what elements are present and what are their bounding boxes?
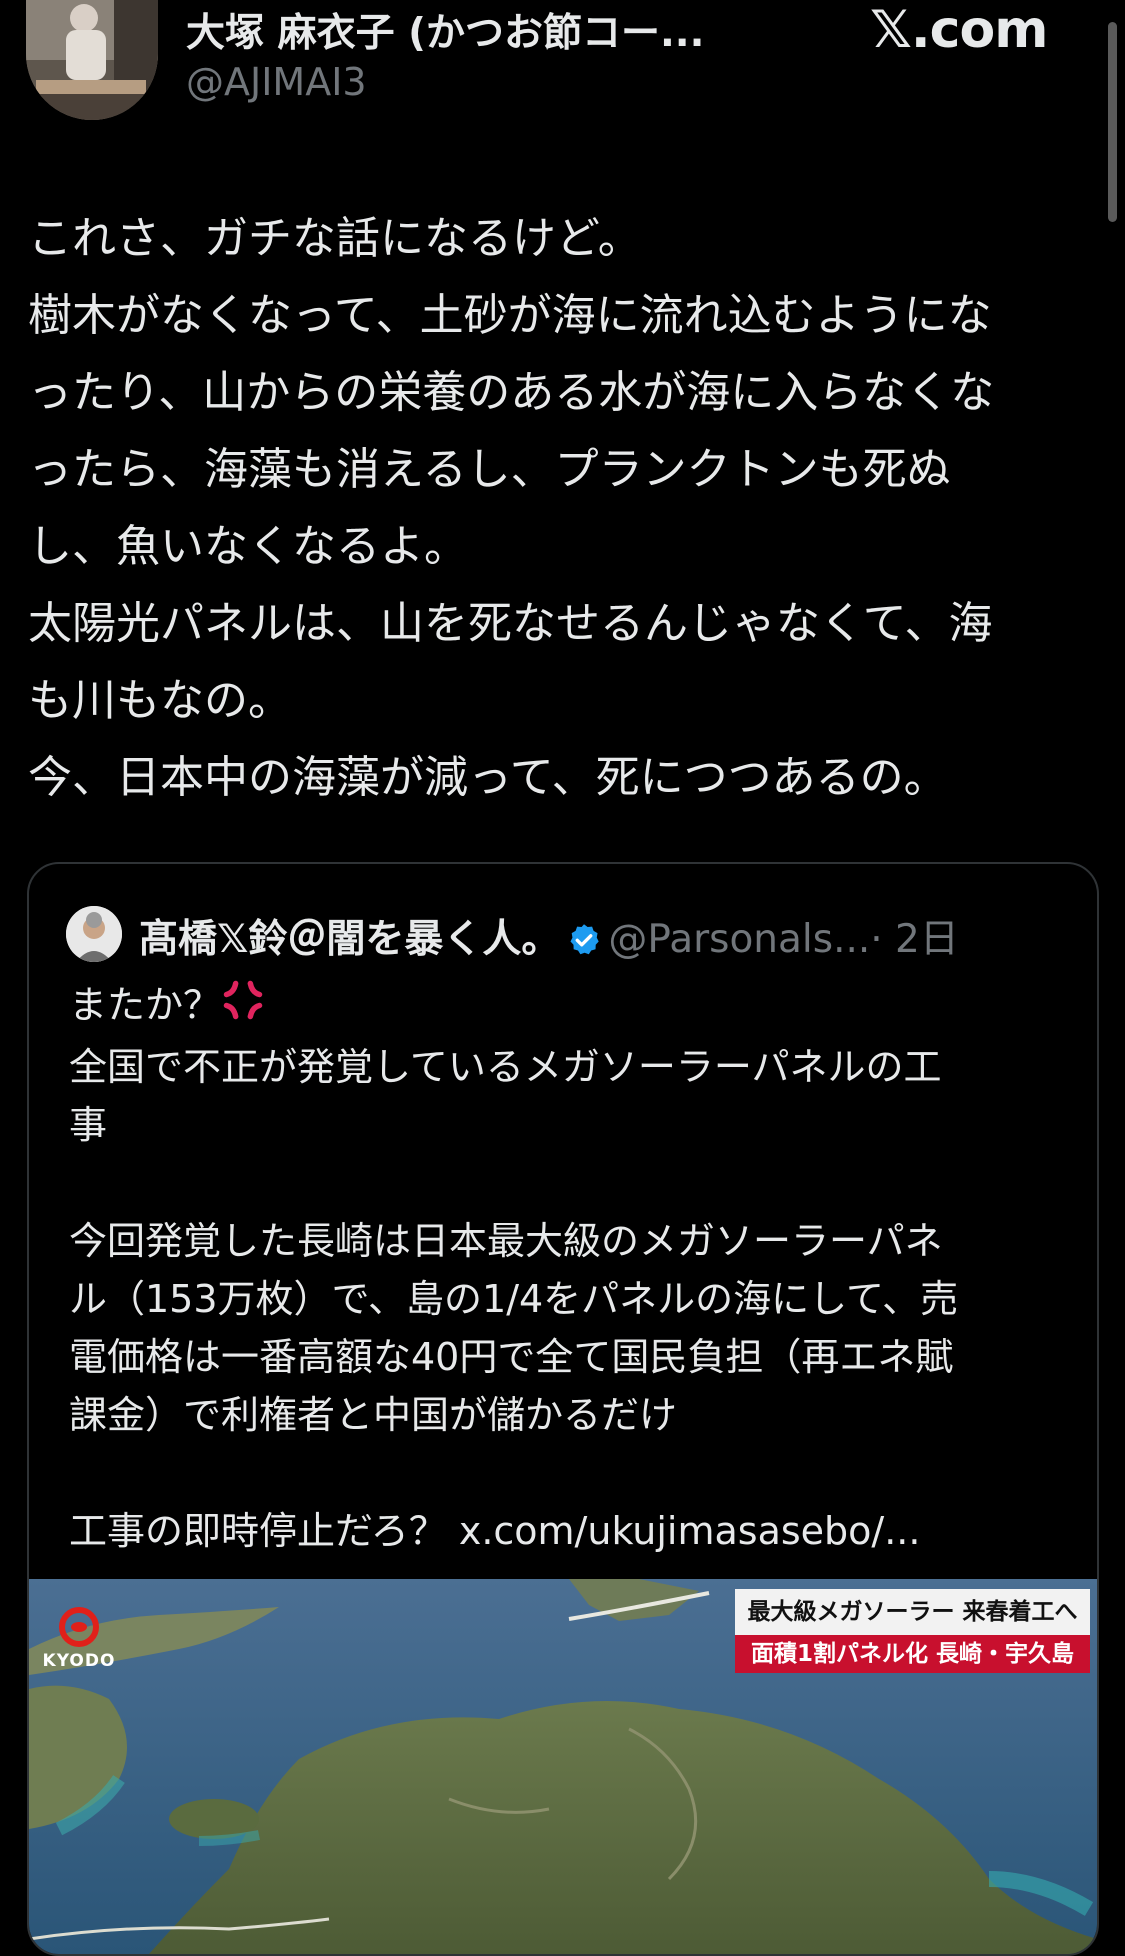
quoted-line (69, 1154, 1069, 1212)
quoted-author-avatar[interactable] (66, 906, 122, 962)
quoted-line: 課金）で利権者と中国が儲かるだけ (69, 1393, 678, 1437)
quoted-line: 全国で不正が発覚しているメガソーラーパネルの工 (69, 1045, 942, 1089)
post-line: 太陽光パネルは、山を死なせるんじゃなくて、海 (28, 598, 993, 649)
quoted-line-text: またか？ (69, 983, 222, 1027)
anger-symbol-icon (221, 978, 265, 1038)
kyodo-logo-icon (59, 1607, 99, 1647)
quoted-line: 電価格は一番高額な40円で全て国民負担（再エネ賦 (69, 1335, 954, 1379)
post-line: ったら、海藻も消えるし、プランクトンも死ぬ (28, 444, 951, 495)
quoted-post[interactable]: 髙橋𝕏鈴＠闇を暴く人。 @Parsonals...· 2日 またか？ 全国で不正が… (27, 862, 1099, 1956)
kyodo-logo: KYODO (39, 1607, 119, 1671)
quoted-line-text: 工事の即時停止だろ？ (69, 1509, 447, 1553)
author-handle[interactable]: @AJIMAI3 (186, 60, 367, 104)
post-line: 樹木がなくなって、土砂が海に流れ込むようにな (28, 290, 992, 341)
quoted-author-handle[interactable]: @Parsonals... (608, 917, 870, 962)
post-line: し、魚いなくなるよ。 (28, 521, 468, 572)
quoted-line: またか？ (69, 976, 1069, 1038)
news-caption-bottom: 面積1割パネル化 長崎・宇久島 (735, 1635, 1090, 1673)
quoted-link[interactable]: x.com/ukujimasasebo/... (459, 1509, 921, 1553)
quoted-time: · 2日 (870, 917, 959, 962)
post-text: これさ、ガチな話になるけど。 樹木がなくなって、土砂が海に流れ込むようにな った… (28, 200, 1108, 816)
scrollbar[interactable] (1108, 22, 1117, 222)
kyodo-logo-text: KYODO (42, 1651, 116, 1671)
author-avatar-photo (26, 0, 158, 120)
post-line: 今、日本中の海藻が減って、死につつあるの。 (28, 752, 948, 803)
author-avatar[interactable] (26, 0, 158, 120)
verified-badge-icon (566, 922, 602, 968)
post-line: も川もなの。 (28, 675, 292, 726)
quoted-line: 今回発覚した長崎は日本最大級のメガソーラーパネ (69, 1219, 943, 1263)
quoted-line: 事 (69, 1103, 108, 1147)
author-name[interactable]: 大塚 麻衣子 (かつお節コー... (186, 2, 704, 58)
quoted-header: 髙橋𝕏鈴＠闇を暴く人。 @Parsonals...· 2日 (139, 908, 959, 968)
quoted-text: またか？ 全国で不正が発覚しているメガソーラーパネルの工 事 今回発覚した長崎は… (69, 976, 1069, 1560)
post-line: これさ、ガチな話になるけど。 (28, 213, 642, 264)
quoted-author-name[interactable]: 髙橋𝕏鈴＠闇を暴く人。 (139, 917, 560, 962)
quoted-avatar-photo (66, 906, 122, 962)
quoted-line (69, 1444, 1069, 1502)
post-line: ったり、山からの栄養のある水が海に入らなくな (28, 367, 995, 418)
quoted-line: 工事の即時停止だろ？ x.com/ukujimasasebo/... (69, 1502, 1069, 1560)
quoted-line: ル（153万枚）で、島の1/4をパネルの海にして、売 (69, 1277, 959, 1321)
quoted-media-image[interactable]: KYODO 最大級メガソーラー 来春着工へ 面積1割パネル化 長崎・宇久島 (29, 1579, 1097, 1954)
news-caption-top: 最大級メガソーラー 来春着工へ (735, 1589, 1090, 1635)
x-com-logo[interactable]: 𝕏.com (870, 0, 1048, 60)
